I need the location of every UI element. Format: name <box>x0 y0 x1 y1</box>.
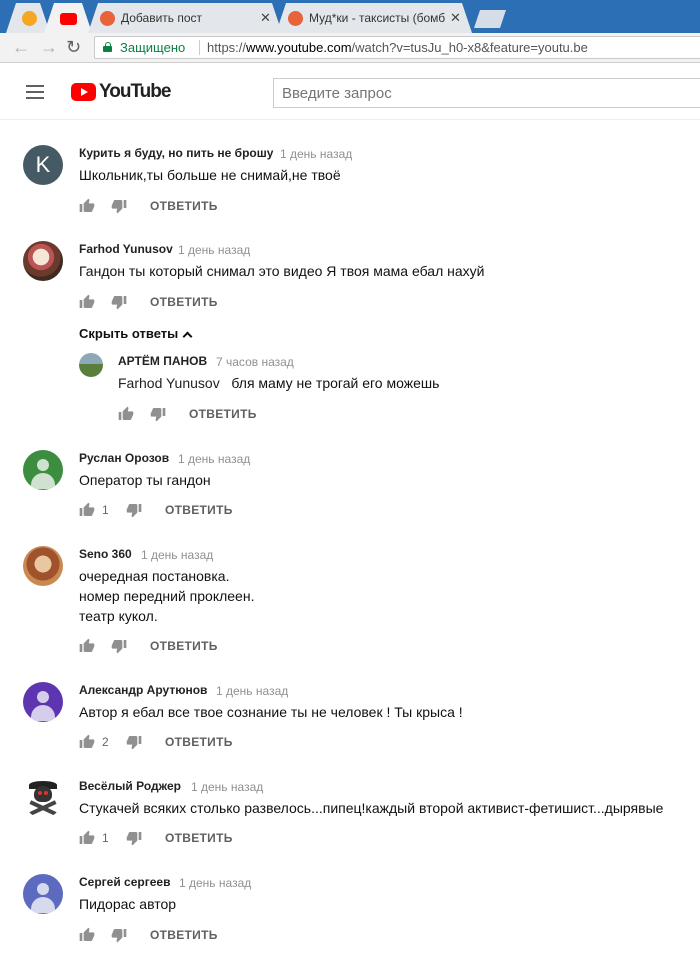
comment-text: Farhod Yunusov бля маму не трогай его мо… <box>118 373 439 393</box>
like-count: 1 <box>102 503 109 517</box>
browser-tab-strip: Добавить пост ✕ Муд*ки - таксисты (бомб … <box>0 0 700 33</box>
browser-toolbar: ← → ↻ Защищено https://www.youtube.com/w… <box>0 33 700 63</box>
pikabu-favicon-icon <box>288 11 303 26</box>
url-text: https://www.youtube.com/watch?v=tusJu_h0… <box>207 40 588 55</box>
comment-time[interactable]: 1 день назад <box>179 876 251 890</box>
comment-text: очередная постановка. <box>79 568 230 584</box>
comment-text: Оператор ты гандон <box>79 472 211 488</box>
thumbs-down-icon[interactable] <box>111 294 127 310</box>
like-count: 2 <box>102 735 109 749</box>
reply-button[interactable]: ОТВЕТИТЬ <box>150 928 218 942</box>
mention-link[interactable]: Farhod Yunusov <box>118 375 220 391</box>
search-input[interactable] <box>273 78 700 108</box>
like-count: 1 <box>102 831 109 845</box>
thumbs-down-icon[interactable] <box>126 830 142 846</box>
avatar[interactable] <box>23 546 63 586</box>
comment-time[interactable]: 1 день назад <box>216 684 288 698</box>
reply-button[interactable]: ОТВЕТИТЬ <box>165 735 233 749</box>
comment-time[interactable]: 1 день назад <box>191 780 263 794</box>
thumbs-down-icon[interactable] <box>126 502 142 518</box>
avatar[interactable] <box>23 450 63 490</box>
address-bar[interactable]: Защищено https://www.youtube.com/watch?v… <box>94 36 700 59</box>
reply-button[interactable]: ОТВЕТИТЬ <box>165 503 233 517</box>
thumbs-up-icon[interactable] <box>79 734 95 750</box>
comment-author[interactable]: АРТЁМ ПАНОВ <box>118 354 207 368</box>
thumbs-down-icon[interactable] <box>111 198 127 214</box>
tab-taxi-post[interactable]: Муд*ки - таксисты (бомб ✕ <box>276 3 472 33</box>
comment-text: Автор я ебал все твое сознание ты не чел… <box>79 704 463 720</box>
avatar[interactable] <box>23 682 63 722</box>
url-host: www.youtube.com <box>246 40 352 55</box>
avatar[interactable] <box>23 874 63 914</box>
thumbs-up-icon[interactable] <box>79 502 95 518</box>
tab-title: Муд*ки - таксисты (бомб <box>309 11 446 25</box>
reload-icon[interactable]: ↻ <box>66 38 81 56</box>
thumbs-down-icon[interactable] <box>111 927 127 943</box>
lock-icon <box>103 42 112 52</box>
pikabu-favicon-icon <box>100 11 115 26</box>
comment-author[interactable]: Курить я буду, но пить не брошу <box>79 146 273 160</box>
thumbs-up-icon[interactable] <box>79 198 95 214</box>
comment-author[interactable]: Farhod Yunusov <box>79 242 173 256</box>
comment-time[interactable]: 1 день назад <box>280 147 352 161</box>
url-scheme: https:// <box>207 40 247 55</box>
back-arrow-icon[interactable]: ← <box>12 38 30 56</box>
comment-text: Школьник,ты больше не снимай,не твоё <box>79 167 341 183</box>
thumbs-down-icon[interactable] <box>111 638 127 654</box>
hide-replies-button[interactable]: Скрыть ответы <box>79 326 193 342</box>
logo-text: YouTube <box>99 81 171 102</box>
reply-button[interactable]: ОТВЕТИТЬ <box>165 831 233 845</box>
comment-author[interactable]: Seno 360 <box>79 547 132 561</box>
comment-text: Пидорас автор <box>79 896 177 912</box>
comment-text: Стукачей всяких столько развелось...пипе… <box>79 800 664 816</box>
thumbs-down-icon[interactable] <box>126 734 142 750</box>
comment-time[interactable]: 1 день назад <box>141 548 213 562</box>
new-tab-button[interactable] <box>474 10 506 28</box>
thumbs-up-icon[interactable] <box>79 927 95 943</box>
play-logo-icon <box>71 83 96 101</box>
comment-author[interactable]: Весёлый Роджер <box>79 779 181 793</box>
youtube-header: YouTube <box>0 64 700 120</box>
close-icon[interactable]: ✕ <box>260 10 271 26</box>
comment-author[interactable]: Александр Арутюнов <box>79 683 207 697</box>
avatar[interactable]: K <box>23 145 63 185</box>
comment-author[interactable]: Сергей сергеев <box>79 875 170 889</box>
tab-youtube[interactable] <box>44 3 92 33</box>
music-favicon-icon <box>22 11 37 26</box>
reply-text: бля маму не трогай его можешь <box>231 375 440 391</box>
thumbs-up-icon[interactable] <box>79 638 95 654</box>
comment-text: театр кукол. <box>79 608 158 624</box>
url-path: /watch?v=tusJu_h0-x8&feature=youtu.be <box>351 40 588 55</box>
reply-button[interactable]: ОТВЕТИТЬ <box>150 199 218 213</box>
reply-button[interactable]: ОТВЕТИТЬ <box>150 295 218 309</box>
close-icon[interactable]: ✕ <box>450 10 461 26</box>
avatar[interactable] <box>23 778 63 818</box>
hamburger-menu-icon[interactable] <box>26 85 44 99</box>
thumbs-up-icon[interactable] <box>79 830 95 846</box>
thumbs-down-icon[interactable] <box>150 406 166 422</box>
comment-time[interactable]: 1 день назад <box>178 243 250 257</box>
avatar[interactable] <box>79 353 103 377</box>
tab-add-post[interactable]: Добавить пост ✕ <box>88 3 282 33</box>
comment-time[interactable]: 7 часов назад <box>216 355 294 369</box>
avatar[interactable] <box>23 241 63 281</box>
tab-title: Добавить пост <box>121 11 203 25</box>
forward-arrow-icon[interactable]: → <box>40 38 58 56</box>
divider <box>199 40 200 55</box>
reply-button[interactable]: ОТВЕТИТЬ <box>189 407 257 421</box>
hide-replies-label: Скрыть ответы <box>79 326 179 341</box>
comment-author[interactable]: Руслан Орозов <box>79 451 169 465</box>
secure-label: Защищено <box>120 40 186 55</box>
comment-text: Гандон ты который снимал это видео Я тво… <box>79 263 485 279</box>
youtube-favicon-icon <box>60 13 77 25</box>
chevron-up-icon <box>182 331 193 342</box>
thumbs-up-icon[interactable] <box>118 406 134 422</box>
thumbs-up-icon[interactable] <box>79 294 95 310</box>
comment-time[interactable]: 1 день назад <box>178 452 250 466</box>
comment-text: номер передний проклеен. <box>79 588 255 604</box>
reply-button[interactable]: ОТВЕТИТЬ <box>150 639 218 653</box>
